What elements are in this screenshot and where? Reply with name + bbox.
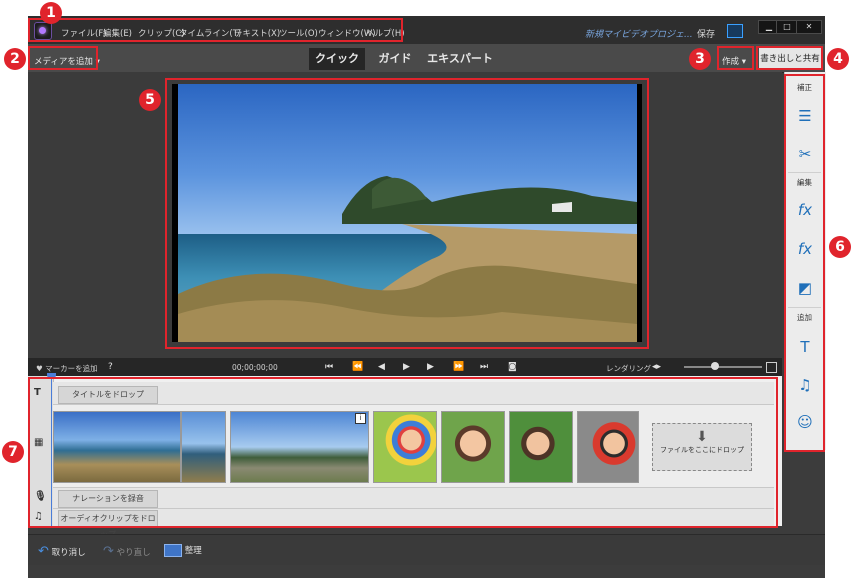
tab-quick[interactable]: クイック — [309, 48, 365, 70]
render-button[interactable]: レンダリング — [606, 363, 651, 374]
maximize-icon[interactable]: □ — [776, 20, 798, 34]
annotation-box-action-panel — [784, 74, 825, 452]
annotation-box-create — [717, 46, 754, 70]
annotation-number: 3 — [689, 48, 711, 70]
tab-guided[interactable]: ガイド — [370, 48, 420, 70]
annotation-number: 1 — [40, 2, 62, 24]
redo-icon: ↷ — [103, 544, 114, 559]
annotation-box-menu — [28, 18, 403, 42]
camera-icon[interactable]: ◙ — [508, 362, 517, 372]
save-button[interactable]: 保存 — [697, 27, 715, 40]
add-marker-label: マーカーを追加 — [45, 364, 98, 373]
redo-button[interactable]: ↷ やり直し — [103, 544, 151, 559]
go-to-end-icon[interactable]: ⏭ — [480, 362, 488, 372]
redo-label: やり直し — [116, 548, 151, 558]
annotation-number: 7 — [2, 441, 24, 463]
organizer-grid-icon — [164, 544, 182, 557]
close-icon[interactable]: ✕ — [796, 20, 822, 34]
go-to-start-icon[interactable]: ⏮ — [325, 362, 333, 372]
organizer-button[interactable]: 整理 — [164, 544, 202, 557]
marker-icon: ♥ — [36, 364, 43, 373]
annotation-number: 2 — [4, 48, 26, 70]
annotation-box-preview — [165, 78, 649, 349]
timecode: 00;00;00;00 — [232, 363, 278, 372]
annotation-box-share — [756, 46, 823, 70]
undo-label: 取り消し — [51, 548, 86, 558]
annotation-number: 4 — [827, 48, 849, 70]
help-icon[interactable]: ? — [108, 362, 113, 372]
annotation-box-add-media — [28, 46, 98, 70]
add-marker-button[interactable]: ♥ マーカーを追加 — [36, 363, 98, 374]
annotation-number: 5 — [139, 89, 161, 111]
zoom-slider-handle[interactable] — [711, 362, 719, 370]
step-back-icon[interactable]: ◀ — [378, 362, 385, 372]
zoom-slider[interactable] — [684, 366, 762, 368]
undo-icon: ↶ — [38, 544, 49, 559]
step-forward-icon[interactable]: ▶ — [427, 362, 434, 372]
monitor-icon[interactable] — [727, 24, 743, 38]
organizer-label: 整理 — [184, 546, 202, 556]
annotation-box-timeline — [28, 377, 778, 528]
previous-edit-icon[interactable]: ⏪ — [352, 362, 363, 372]
fit-timeline-icon[interactable]: ◂▸ — [652, 362, 661, 372]
next-edit-icon[interactable]: ⏩ — [453, 362, 464, 372]
undo-button[interactable]: ↶ 取り消し — [38, 544, 86, 559]
expand-timeline-icon[interactable] — [766, 362, 777, 373]
project-title: 新規マイビデオプロジェ... — [585, 30, 693, 40]
tab-expert[interactable]: エキスパート — [424, 48, 496, 70]
play-icon[interactable]: ▶ — [403, 362, 410, 372]
annotation-number: 6 — [829, 236, 851, 258]
